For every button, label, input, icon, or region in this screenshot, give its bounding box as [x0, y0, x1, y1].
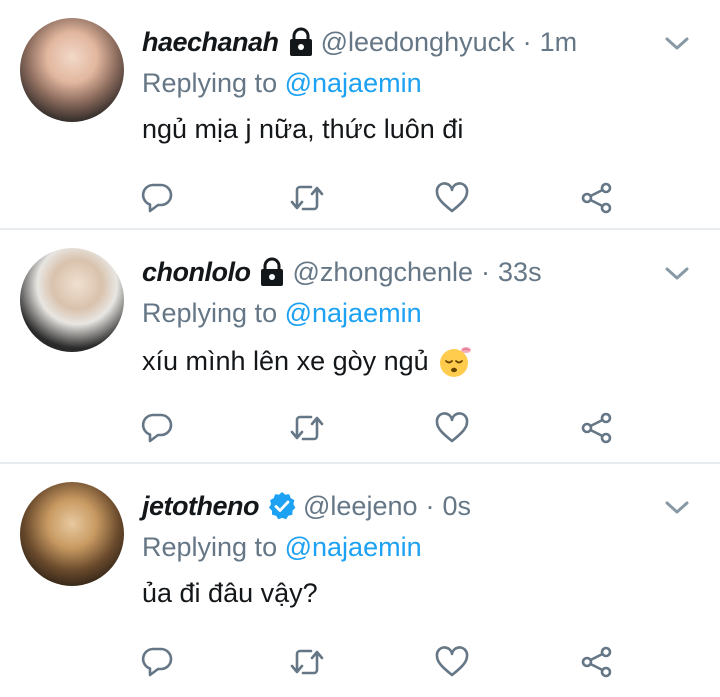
tweet[interactable]: haechanah @leedonghyuck · 1m Replying to… — [0, 0, 720, 229]
tweet-actions — [0, 176, 720, 220]
tweet-text: ủa đi đâu vậy? — [142, 578, 318, 609]
replying-to-label: Replying to — [142, 298, 278, 328]
tweet-text-content: ngủ mịa j nữa, thức luôn đi — [142, 114, 464, 144]
tweet-header: chonlolo @zhongchenle · 33s — [142, 252, 542, 292]
handle[interactable]: @zhongchenle — [292, 257, 473, 288]
retweet-icon[interactable] — [285, 176, 329, 220]
chevron-down-icon[interactable] — [664, 494, 690, 520]
tweet-header: jetotheno @leejeno · 0s — [142, 486, 471, 526]
avatar[interactable] — [20, 482, 124, 586]
like-icon[interactable] — [430, 176, 474, 220]
replying-to-label: Replying to — [142, 68, 278, 98]
retweet-icon[interactable] — [285, 640, 329, 684]
reply-icon[interactable] — [135, 176, 179, 220]
chevron-down-icon[interactable] — [664, 260, 690, 286]
display-name[interactable]: chonlolo — [142, 257, 251, 288]
tweet-actions — [0, 640, 720, 684]
reply-feed: haechanah @leedonghyuck · 1m Replying to… — [0, 0, 720, 697]
tweet-text-content: xíu mình lên xe gòy ngủ — [142, 345, 429, 376]
tweet-text: ngủ mịa j nữa, thức luôn đi — [142, 114, 463, 145]
timestamp[interactable]: 1m — [540, 27, 578, 58]
tweet-actions — [0, 406, 720, 450]
replying-to-line: Replying to @najaemin — [142, 298, 422, 329]
display-name[interactable]: haechanah — [142, 27, 279, 58]
lock-icon — [258, 257, 286, 287]
share-icon[interactable] — [575, 176, 619, 220]
mention-link[interactable]: @najaemin — [285, 532, 422, 562]
like-icon[interactable] — [430, 640, 474, 684]
mention-link[interactable]: @najaemin — [285, 68, 422, 98]
tweet-text: xíu mình lên xe gòy ngủ — [142, 344, 473, 378]
tweet-header: haechanah @leedonghyuck · 1m — [142, 22, 577, 62]
separator-dot: · — [425, 490, 435, 521]
replying-to-line: Replying to @najaemin — [142, 532, 422, 563]
timestamp[interactable]: 33s — [498, 257, 542, 288]
tweet-text-content: ủa đi đâu vậy? — [142, 578, 318, 608]
verified-badge-icon — [267, 491, 297, 521]
separator-dot: · — [522, 26, 532, 57]
mention-link[interactable]: @najaemin — [285, 298, 422, 328]
reply-icon[interactable] — [135, 406, 179, 450]
like-icon[interactable] — [430, 406, 474, 450]
handle[interactable]: @leejeno — [303, 491, 418, 522]
avatar[interactable] — [20, 18, 124, 122]
chevron-down-icon[interactable] — [664, 30, 690, 56]
handle[interactable]: @leedonghyuck — [321, 27, 515, 58]
separator-dot: · — [481, 256, 491, 287]
tweet[interactable]: chonlolo @zhongchenle · 33s Replying to … — [0, 230, 720, 463]
display-name[interactable]: jetotheno — [142, 491, 260, 522]
lock-icon — [287, 27, 315, 57]
retweet-icon[interactable] — [285, 406, 329, 450]
avatar[interactable] — [20, 248, 124, 352]
replying-to-label: Replying to — [142, 532, 278, 562]
replying-to-line: Replying to @najaemin — [142, 68, 422, 99]
reply-icon[interactable] — [135, 640, 179, 684]
share-icon[interactable] — [575, 640, 619, 684]
share-icon[interactable] — [575, 406, 619, 450]
tweet[interactable]: jetotheno @leejeno · 0s Replying to @naj… — [0, 464, 720, 697]
timestamp[interactable]: 0s — [443, 491, 472, 522]
sleeping-face-emoji — [437, 344, 473, 378]
